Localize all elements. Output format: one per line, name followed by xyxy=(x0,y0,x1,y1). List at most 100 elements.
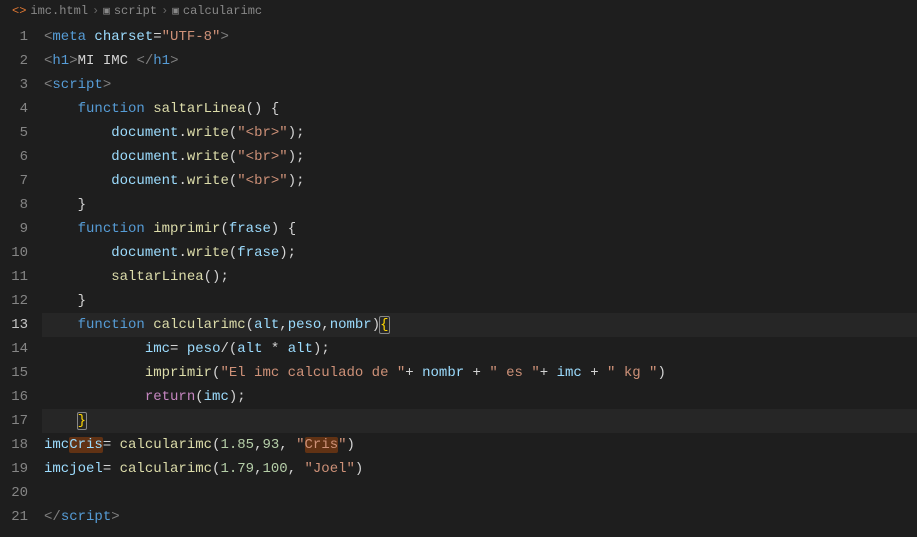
code-line[interactable]: function saltarLinea() { xyxy=(42,97,917,121)
function-icon: ▣ xyxy=(172,4,179,18)
code-line[interactable]: } xyxy=(42,289,917,313)
code-token: h1 xyxy=(153,53,170,69)
code-line[interactable]: saltarLinea(); xyxy=(42,265,917,289)
code-line[interactable] xyxy=(42,481,917,505)
code-token xyxy=(44,413,78,429)
code-token: 1.79 xyxy=(220,461,254,477)
code-token: write xyxy=(187,173,229,189)
code-token: 100 xyxy=(262,461,287,477)
code-token xyxy=(279,221,287,237)
code-token: { xyxy=(271,101,279,117)
line-number: 16 xyxy=(0,385,28,409)
code-token: "UTF-8" xyxy=(162,29,221,45)
breadcrumb-scope-script[interactable]: script xyxy=(114,4,157,18)
file-icon: <> xyxy=(12,4,26,18)
breadcrumb[interactable]: <> imc.html › ▣ script › ▣ calcularimc xyxy=(0,0,917,22)
code-token xyxy=(44,125,111,141)
code-token: frase xyxy=(237,245,279,261)
code-token: . xyxy=(178,125,186,141)
breadcrumb-file[interactable]: imc.html xyxy=(30,4,88,18)
code-token xyxy=(44,221,78,237)
code-token: = xyxy=(103,461,120,477)
code-line[interactable]: document.write("<br>"); xyxy=(42,121,917,145)
code-token: "<br>" xyxy=(237,149,287,165)
code-token xyxy=(44,245,111,261)
code-token: </ xyxy=(44,509,61,525)
breadcrumb-scope-function[interactable]: calcularimc xyxy=(183,4,262,18)
code-token: alt xyxy=(254,317,279,333)
code-token: return xyxy=(145,389,195,405)
code-token: </ xyxy=(136,53,153,69)
line-number: 7 xyxy=(0,169,28,193)
line-number: 3 xyxy=(0,73,28,97)
code-line[interactable]: </script> xyxy=(42,505,917,529)
code-token: . xyxy=(178,245,186,261)
code-token: " es " xyxy=(489,365,539,381)
code-token xyxy=(44,149,111,165)
code-token xyxy=(44,101,78,117)
line-number: 17 xyxy=(0,409,28,433)
code-line[interactable]: <h1>MI IMC </h1> xyxy=(42,49,917,73)
code-line[interactable]: } xyxy=(42,409,917,433)
code-token: peso xyxy=(187,341,221,357)
code-token: , xyxy=(288,461,305,477)
code-token: imc xyxy=(145,341,170,357)
code-token: ); xyxy=(288,125,305,141)
code-line[interactable]: imc= peso/(alt * alt); xyxy=(42,337,917,361)
code-token: write xyxy=(187,149,229,165)
code-token: write xyxy=(187,125,229,141)
code-token: nombr xyxy=(330,317,372,333)
code-token: 1.85 xyxy=(220,437,254,453)
code-token: = xyxy=(103,437,120,453)
code-token: imc xyxy=(44,437,69,453)
code-token: /( xyxy=(220,341,237,357)
code-token: imc xyxy=(557,365,582,381)
line-number: 10 xyxy=(0,241,28,265)
code-line[interactable]: document.write("<br>"); xyxy=(42,145,917,169)
code-area[interactable]: <meta charset="UTF-8"><h1>MI IMC </h1><s… xyxy=(42,22,917,537)
code-line[interactable]: function calcularimc(alt,peso,nombr){ xyxy=(42,313,917,337)
code-token: { xyxy=(288,221,296,237)
code-line[interactable]: document.write(frase); xyxy=(42,241,917,265)
line-number: 15 xyxy=(0,361,28,385)
code-token: ( xyxy=(195,389,203,405)
code-token: script xyxy=(52,77,102,93)
code-token: script xyxy=(61,509,111,525)
code-token xyxy=(44,269,111,285)
code-token: "<br>" xyxy=(237,173,287,189)
code-token: calcularimc xyxy=(120,461,212,477)
code-token: } xyxy=(78,197,86,213)
code-token: ( xyxy=(229,125,237,141)
code-token: saltarLinea xyxy=(153,101,245,117)
code-token: , xyxy=(321,317,329,333)
code-line[interactable]: } xyxy=(42,193,917,217)
code-token: ); xyxy=(288,173,305,189)
code-line[interactable]: <meta charset="UTF-8"> xyxy=(42,25,917,49)
code-line[interactable]: <script> xyxy=(42,73,917,97)
code-token: alt xyxy=(288,341,313,357)
line-number: 5 xyxy=(0,121,28,145)
code-token xyxy=(44,197,78,213)
code-line[interactable]: function imprimir(frase) { xyxy=(42,217,917,241)
code-token: peso xyxy=(288,317,322,333)
code-token: imcjoel xyxy=(44,461,103,477)
code-token: (); xyxy=(204,269,229,285)
code-token: function xyxy=(78,101,145,117)
code-token: document xyxy=(111,245,178,261)
line-number: 1 xyxy=(0,25,28,49)
code-line[interactable]: imcCris= calcularimc(1.85,93, "Cris") xyxy=(42,433,917,457)
code-token: + xyxy=(582,365,607,381)
code-token: imc xyxy=(204,389,229,405)
code-line[interactable]: document.write("<br>"); xyxy=(42,169,917,193)
line-number: 13 xyxy=(0,313,28,337)
code-token: ( xyxy=(246,317,254,333)
code-token xyxy=(262,101,270,117)
code-line[interactable]: return(imc); xyxy=(42,385,917,409)
code-token: ) xyxy=(657,365,665,381)
code-token: . xyxy=(178,173,186,189)
code-line[interactable]: imcjoel= calcularimc(1.79,100, "Joel") xyxy=(42,457,917,481)
code-token: "<br>" xyxy=(237,125,287,141)
code-editor[interactable]: 123456789101112131415161718192021 <meta … xyxy=(0,22,917,537)
code-line[interactable]: imprimir("El imc calculado de "+ nombr +… xyxy=(42,361,917,385)
breadcrumb-separator-icon: › xyxy=(161,4,168,18)
